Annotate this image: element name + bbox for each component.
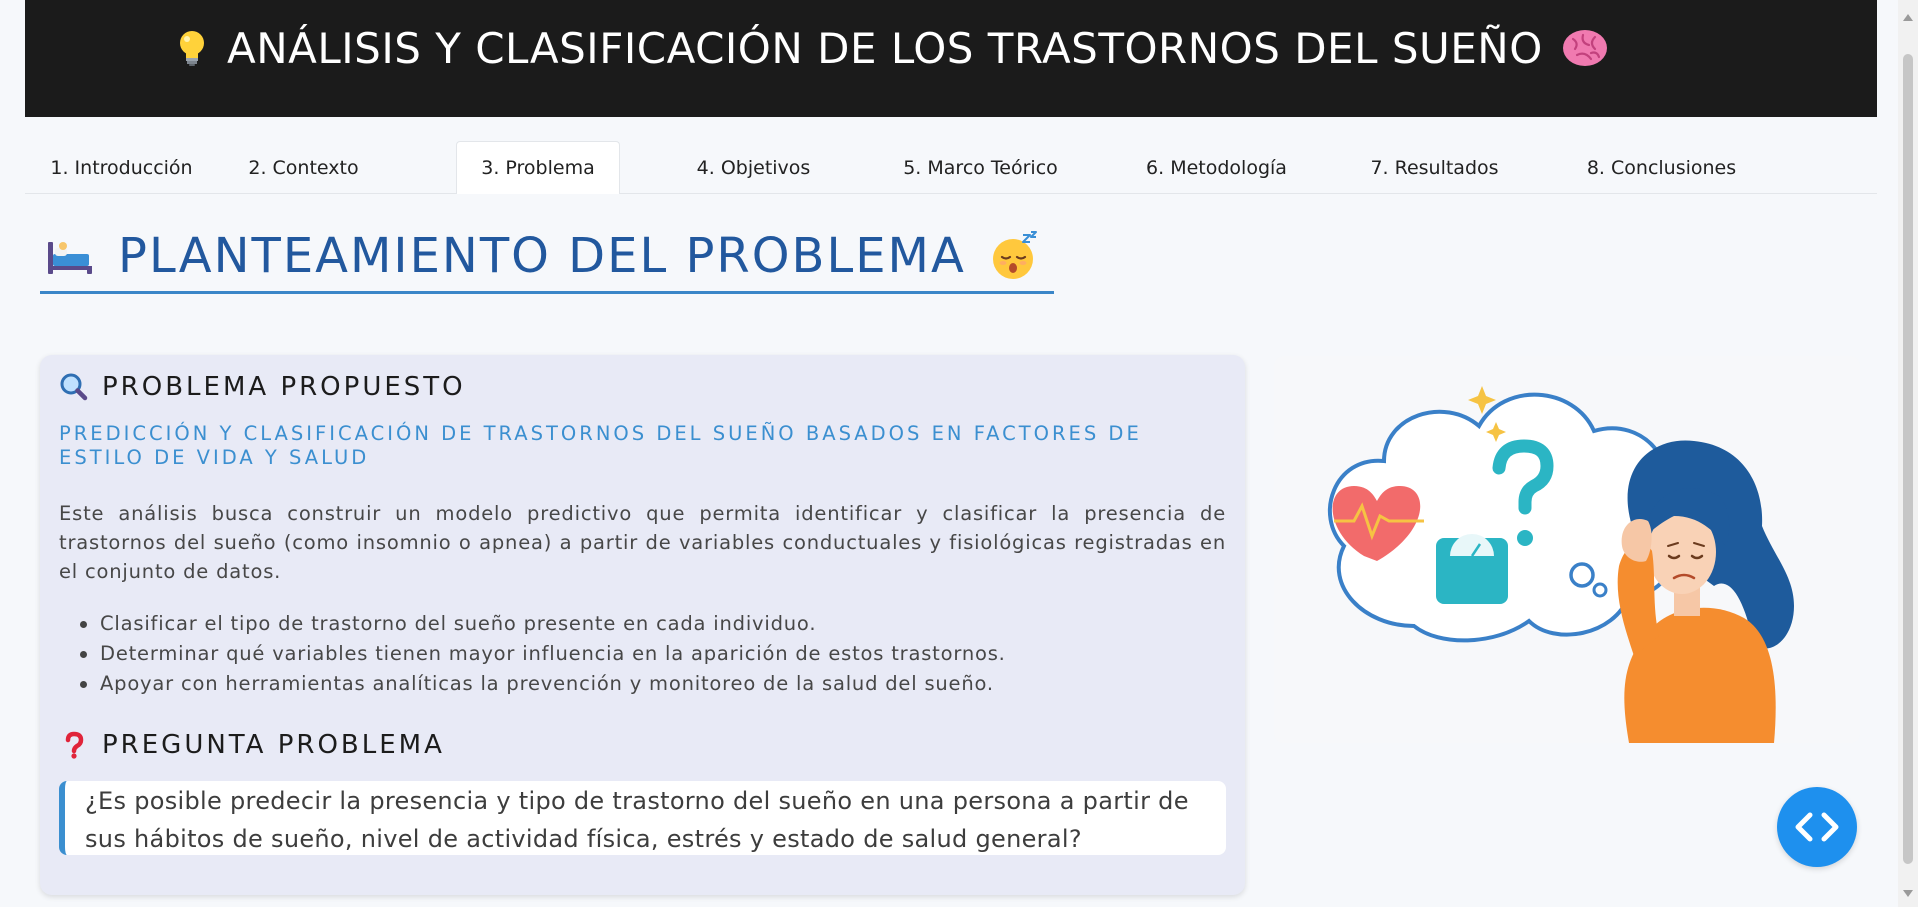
problem-card: PROBLEMA PROPUESTO PREDICCIÓN Y CLASIFIC… (40, 355, 1245, 895)
page: ANÁLISIS Y CLASIFICACIÓN DE LOS TRASTORN… (0, 0, 1918, 907)
question-heading: PREGUNTA PROBLEMA (60, 730, 445, 760)
tab-contexto[interactable]: 2. Contexto (223, 141, 384, 194)
tab-objetivos[interactable]: 4. Objetivos (668, 141, 839, 194)
sleeping-face-icon (990, 230, 1040, 281)
problem-heading: PROBLEMA PROPUESTO (60, 372, 466, 402)
objectives-list: Clasificar el tipo de trastorno del sueñ… (80, 609, 1220, 699)
code-toggle-button[interactable] (1777, 787, 1857, 867)
question-heading-text: PREGUNTA PROBLEMA (102, 730, 445, 760)
problem-paragraph: Este análisis busca construir un modelo … (59, 502, 1226, 583)
vertical-scrollbar[interactable] (1898, 0, 1918, 907)
code-icon (1795, 812, 1839, 842)
tab-resultados[interactable]: 7. Resultados (1343, 141, 1526, 194)
question-mark-icon (60, 731, 88, 759)
worried-woman-thinking-illustration (1274, 356, 1860, 743)
scroll-down-arrow[interactable] (1903, 890, 1913, 897)
header-title-row: ANÁLISIS Y CLASIFICACIÓN DE LOS TRASTORN… (175, 18, 1609, 78)
list-item: Apoyar con herramientas analíticas la pr… (80, 669, 1220, 699)
problem-heading-text: PROBLEMA PROPUESTO (102, 372, 466, 402)
bed-icon (46, 236, 94, 276)
research-question: ¿Es posible predecir la presencia y tipo… (59, 781, 1226, 855)
tab-problema[interactable]: 3. Problema (456, 141, 620, 194)
tab-metodologia[interactable]: 6. Metodología (1122, 141, 1311, 194)
lightbulb-icon (175, 28, 209, 68)
section-title: PLANTEAMIENTO DEL PROBLEMA (40, 220, 1054, 294)
tab-conclusiones[interactable]: 8. Conclusiones (1562, 141, 1761, 194)
scroll-thumb[interactable] (1903, 54, 1913, 864)
app-header: ANÁLISIS Y CLASIFICACIÓN DE LOS TRASTORN… (25, 0, 1877, 117)
tab-bar: 1. Introducción 2. Contexto 3. Problema … (25, 141, 1877, 194)
tab-marco-teorico[interactable]: 5. Marco Teórico (879, 141, 1082, 194)
brain-icon (1561, 27, 1609, 69)
list-item: Determinar qué variables tienen mayor in… (80, 639, 1220, 669)
scroll-up-arrow[interactable] (1903, 14, 1913, 21)
tab-introduccion[interactable]: 1. Introducción (26, 141, 217, 194)
magnifier-icon (60, 373, 88, 401)
section-title-text: PLANTEAMIENTO DEL PROBLEMA (118, 227, 966, 284)
header-title: ANÁLISIS Y CLASIFICACIÓN DE LOS TRASTORN… (227, 23, 1543, 73)
list-item: Clasificar el tipo de trastorno del sueñ… (80, 609, 1220, 639)
problem-subtitle: PREDICCIÓN Y CLASIFICACIÓN DE TRASTORNOS… (59, 422, 1142, 469)
